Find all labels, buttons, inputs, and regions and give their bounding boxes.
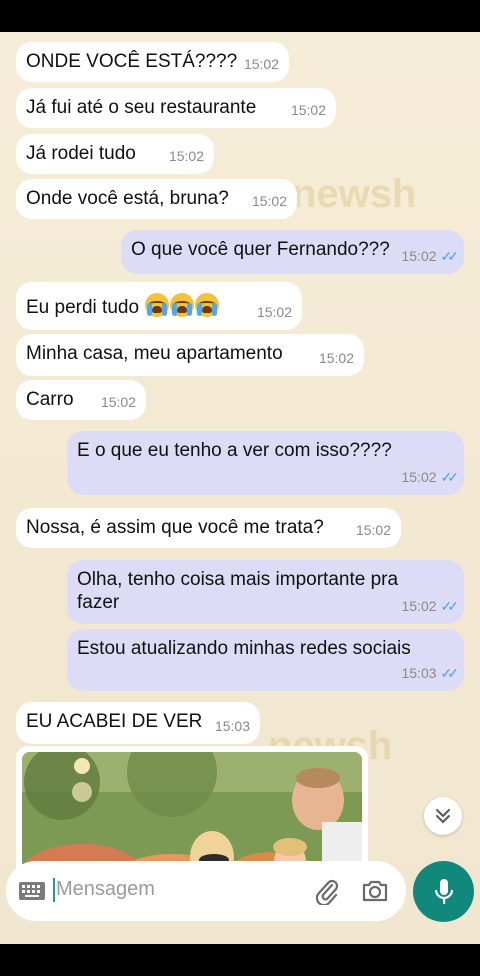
message-time: 15:02 xyxy=(401,248,437,264)
message-incoming[interactable]: Já rodei tudo 15:02 xyxy=(16,134,214,174)
message-text: Onde você está, bruna? xyxy=(26,188,229,209)
message-time: 15:02 xyxy=(168,148,204,164)
message-text: EU ACABEI DE VER xyxy=(26,711,203,732)
message-time: 15:02 xyxy=(243,56,279,72)
message-text: Já rodei tudo xyxy=(26,143,136,164)
message-incoming[interactable]: Eu perdi tudo 15:02 xyxy=(16,282,302,330)
message-outgoing[interactable]: Olha, tenho coisa mais importante pra fa… xyxy=(67,560,464,624)
text-cursor xyxy=(53,878,55,902)
loudly-crying-face-icon xyxy=(170,293,195,317)
message-incoming[interactable]: Onde você está, bruna? 15:02 xyxy=(16,179,297,219)
message-composer[interactable]: Mensagem xyxy=(6,861,406,921)
message-time: 15:02 xyxy=(290,102,326,118)
navigation-bar xyxy=(0,944,480,976)
message-incoming[interactable]: Minha casa, meu apartamento 15:02 xyxy=(16,334,364,376)
message-text: Já fui até o seu restaurante xyxy=(26,97,257,118)
message-text: Minha casa, meu apartamento xyxy=(26,343,283,364)
message-text: Nossa, é assim que você me trata? xyxy=(26,517,324,538)
loudly-crying-face-icon xyxy=(145,293,170,317)
message-time: 15:02 xyxy=(318,350,354,366)
double-chevron-down-icon xyxy=(436,809,450,824)
message-time: 15:02 xyxy=(256,304,292,320)
camera-icon[interactable] xyxy=(361,879,389,903)
microphone-button[interactable] xyxy=(413,861,474,922)
message-incoming[interactable]: Carro 15:02 xyxy=(16,380,146,420)
message-time: 15:03 xyxy=(401,665,437,681)
message-time: 15:02 xyxy=(401,469,437,485)
paperclip-icon[interactable] xyxy=(314,877,340,905)
status-bar xyxy=(0,0,480,32)
microphone-icon xyxy=(434,878,453,904)
watermark: newsh xyxy=(292,172,417,216)
message-time: 15:02 xyxy=(355,522,391,538)
message-text: Eu perdi tudo xyxy=(26,297,140,318)
chat-area[interactable]: newsh newsh ONDE VOCÊ ESTÁ???? 15:02 Já … xyxy=(0,32,480,944)
message-input[interactable]: Mensagem xyxy=(56,878,155,901)
message-time: 15:02 xyxy=(401,598,437,614)
double-check-icon: ✓✓ xyxy=(440,469,460,485)
message-text: O que você quer Fernando??? xyxy=(131,239,390,260)
message-time: 15:02 xyxy=(251,193,287,209)
double-check-icon: ✓✓ xyxy=(440,598,460,614)
scroll-to-bottom-button[interactable] xyxy=(424,797,462,835)
message-outgoing[interactable]: O que você quer Fernando??? 15:02 ✓✓ xyxy=(121,230,464,274)
double-check-icon: ✓✓ xyxy=(440,248,460,264)
message-outgoing[interactable]: Estou atualizando minhas redes sociais 1… xyxy=(67,629,464,691)
message-outgoing[interactable]: E o que eu tenho a ver com isso???? 15:0… xyxy=(67,431,464,495)
message-text: Estou atualizando minhas redes sociais xyxy=(77,638,411,659)
loudly-crying-face-icon xyxy=(195,293,220,317)
message-incoming[interactable]: ONDE VOCÊ ESTÁ???? 15:02 xyxy=(16,42,289,82)
keyboard-icon[interactable] xyxy=(18,881,46,901)
message-incoming[interactable]: Já fui até o seu restaurante 15:02 xyxy=(16,88,336,128)
message-text: Olha, tenho coisa mais importante pra fa… xyxy=(77,569,399,613)
double-check-icon: ✓✓ xyxy=(440,665,460,681)
message-text: Carro xyxy=(26,389,74,410)
message-time: 15:03 xyxy=(214,718,250,734)
message-incoming[interactable]: Nossa, é assim que você me trata? 15:02 xyxy=(16,508,401,548)
message-text: ONDE VOCÊ ESTÁ???? xyxy=(26,51,238,72)
message-time: 15:02 xyxy=(100,394,136,410)
message-text: E o que eu tenho a ver com isso???? xyxy=(77,440,392,461)
message-incoming[interactable]: EU ACABEI DE VER 15:03 xyxy=(16,702,260,744)
